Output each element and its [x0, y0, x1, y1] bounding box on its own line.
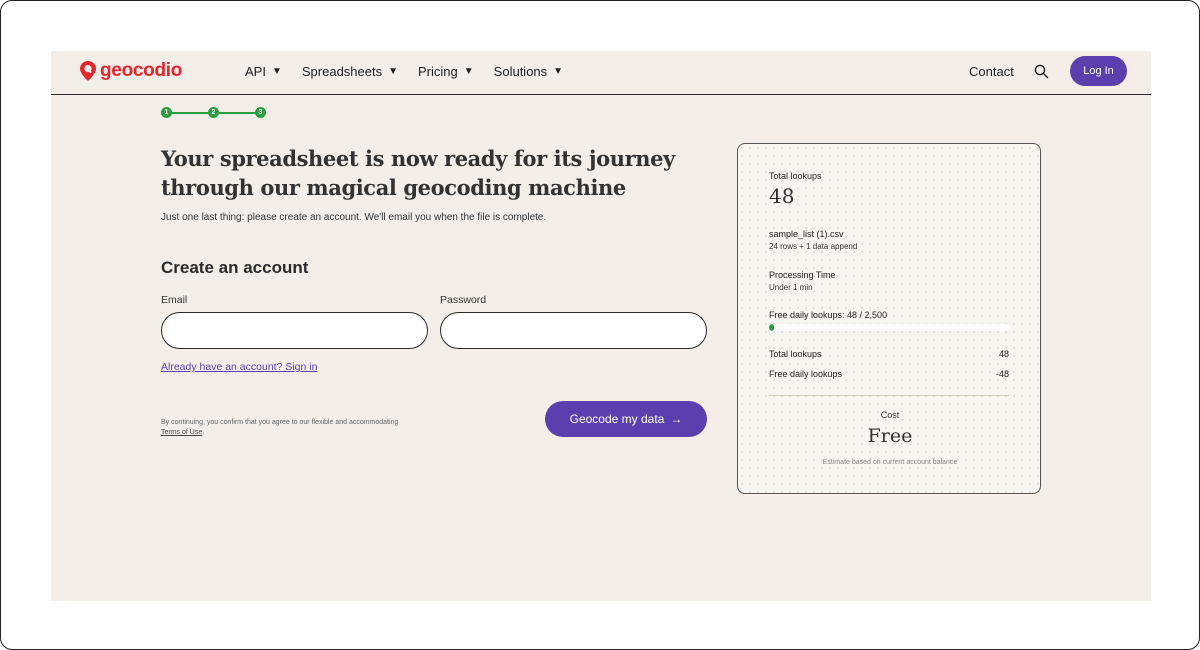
nav-spreadsheets[interactable]: Spreadsheets ▼: [302, 64, 398, 79]
nav-label: Solutions: [493, 64, 548, 79]
step-connector: [219, 112, 255, 114]
nav-label: Pricing: [418, 64, 458, 79]
nav-label: Spreadsheets: [301, 64, 383, 79]
free-daily-label: Free daily lookups: 48 / 2,500: [769, 310, 888, 320]
nav-label: API: [245, 64, 266, 79]
processing-time-value: Under 1 min: [769, 283, 813, 292]
map-pin-logo-icon: [80, 61, 96, 81]
nav-api[interactable]: API ▼: [245, 64, 282, 79]
signin-link[interactable]: Already have an account? Sign in: [161, 361, 317, 373]
row-value: 48: [998, 349, 1009, 359]
email-label: Email: [161, 294, 188, 306]
window-frame: geocodio API ▼ Spreadsheets ▼ Pricing ▼ …: [0, 0, 1200, 650]
email-field[interactable]: [161, 312, 428, 349]
logo[interactable]: geocodio: [79, 60, 182, 82]
submit-label: Geocode my data: [569, 412, 665, 426]
main-nav: API ▼ Spreadsheets ▼ Pricing ▼ Solutions…: [245, 64, 563, 79]
caret-down-icon: ▼: [271, 66, 282, 77]
total-lookups-value: 48: [769, 184, 795, 208]
terms-notice: By continuing, you confirm that you agre…: [161, 418, 398, 438]
cost-value: Free: [867, 425, 913, 447]
step-connector: [172, 112, 208, 114]
step-3: 3: [255, 107, 266, 118]
nav-pricing[interactable]: Pricing ▼: [418, 64, 474, 79]
step-2: 2: [208, 107, 219, 118]
divider: [769, 395, 1009, 396]
caret-down-icon: ▼: [388, 66, 399, 77]
header: geocodio API ▼ Spreadsheets ▼ Pricing ▼ …: [51, 51, 1151, 95]
page-title: Your spreadsheet is now ready for its jo…: [161, 146, 675, 200]
form-title: Create an account: [161, 258, 309, 277]
summary-row: Free daily lookups -48: [769, 369, 1009, 379]
login-button[interactable]: Log In: [1070, 56, 1127, 86]
total-lookups-label: Total lookups: [769, 171, 822, 181]
brand-name: geocodio: [100, 60, 183, 81]
row-label: Free daily lookups: [769, 369, 843, 379]
processing-time-label: Processing Time: [769, 270, 836, 280]
summary-card: Total lookups 48 sample_list (1).csv 24 …: [737, 143, 1041, 494]
page: geocodio API ▼ Spreadsheets ▼ Pricing ▼ …: [51, 51, 1151, 601]
password-label: Password: [440, 294, 487, 306]
row-label: Total lookups: [769, 349, 822, 359]
file-detail: 24 rows + 1 data append: [769, 242, 858, 251]
geocode-submit-button[interactable]: Geocode my data →: [545, 401, 707, 437]
terms-link[interactable]: Terms of Use: [161, 429, 202, 436]
row-value: -48: [995, 369, 1009, 379]
summary-row: Total lookups 48: [769, 349, 1009, 359]
page-subtitle: Just one last thing: please create an ac…: [161, 212, 547, 223]
terms-period: .: [202, 429, 205, 436]
nav-solutions[interactable]: Solutions ▼: [494, 64, 563, 79]
step-1: 1: [161, 107, 172, 118]
caret-down-icon: ▼: [553, 66, 564, 77]
progress-fill: [769, 324, 774, 331]
cost-note: Estimate based on current account balanc…: [822, 459, 958, 466]
free-daily-progress-bar: [769, 324, 1009, 331]
contact-link[interactable]: Contact: [969, 64, 1014, 79]
progress-steps: 1 2 3: [161, 107, 271, 119]
arrow-right-icon: →: [670, 412, 683, 426]
search-icon[interactable]: [1034, 64, 1049, 84]
cost-label: Cost: [880, 410, 900, 420]
terms-text: By continuing, you confirm that you agre…: [161, 419, 399, 426]
caret-down-icon: ▼: [463, 66, 474, 77]
file-name: sample_list (1).csv: [769, 229, 844, 239]
password-field[interactable]: [440, 312, 707, 349]
